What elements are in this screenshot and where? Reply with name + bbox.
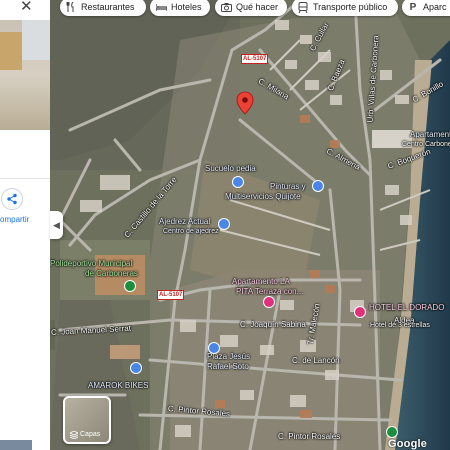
chip-restaurants[interactable]: Restaurantes bbox=[60, 0, 146, 16]
park-marker-icon[interactable] bbox=[386, 426, 398, 438]
shop-marker-icon[interactable] bbox=[232, 176, 244, 188]
chess-marker-icon[interactable] bbox=[218, 218, 230, 230]
chip-things-to-do[interactable]: Qué hacer bbox=[215, 0, 287, 16]
lodging-marker-icon[interactable] bbox=[263, 296, 275, 308]
shop-marker-icon[interactable] bbox=[312, 180, 324, 192]
poi-label[interactable]: de Carboneras bbox=[85, 269, 138, 278]
collapse-panel-button[interactable]: ◀ bbox=[50, 211, 63, 239]
poi-label[interactable]: Hotel de 3 estrellas bbox=[370, 321, 430, 330]
place-info-panel: ✕ ompartir bbox=[0, 0, 50, 450]
street-label: C. Joaquín Sabina bbox=[240, 320, 306, 329]
hotel-marker-icon[interactable] bbox=[354, 306, 366, 318]
poi-label[interactable]: Polideportivo Municipal bbox=[50, 259, 132, 268]
poi-label[interactable]: AMAROK BIKES bbox=[88, 381, 148, 390]
camera-icon bbox=[220, 1, 232, 13]
poi-label[interactable]: Pinturas y bbox=[270, 182, 306, 191]
poi-label[interactable]: PITA Terraza con... bbox=[236, 287, 303, 296]
transit-icon bbox=[297, 1, 309, 13]
share-button[interactable] bbox=[1, 188, 23, 210]
chevron-left-icon: ◀ bbox=[53, 219, 60, 230]
plaza-marker-icon[interactable] bbox=[208, 342, 220, 354]
poi-label[interactable]: Centro de ajedrez bbox=[163, 227, 219, 236]
bike-marker-icon[interactable] bbox=[130, 362, 142, 374]
road-shield: AL-5107 bbox=[241, 54, 269, 64]
road-shield: AL-5107 bbox=[157, 290, 185, 300]
layers-button[interactable]: Capas bbox=[63, 396, 111, 444]
poi-label[interactable]: HOTEL EL DORADO bbox=[369, 303, 444, 312]
chip-hotels[interactable]: Hoteles bbox=[150, 0, 210, 16]
sports-marker-icon[interactable] bbox=[124, 280, 136, 292]
hotel-icon bbox=[155, 1, 167, 13]
chip-public-transport[interactable]: Transporte público bbox=[292, 0, 398, 16]
place-photo[interactable] bbox=[0, 20, 50, 130]
divider bbox=[0, 178, 50, 179]
parking-icon: P bbox=[409, 1, 417, 13]
poi-label[interactable]: Rafael Soto bbox=[207, 362, 249, 371]
poi-label[interactable]: Apartamento LA bbox=[232, 277, 290, 286]
street-label: C. de Lancón bbox=[292, 356, 340, 365]
chip-parking[interactable]: P Aparc bbox=[402, 0, 450, 16]
share-icon bbox=[7, 193, 17, 205]
layers-icon bbox=[70, 431, 78, 439]
poi-label[interactable]: Ajedrez Actual bbox=[159, 217, 210, 226]
poi-label[interactable]: Centro Carboneras bbox=[402, 140, 450, 149]
poi-label[interactable]: Apartamento bbox=[410, 130, 450, 139]
poi-label[interactable]: Sucuelo pedia bbox=[205, 164, 256, 173]
close-icon[interactable]: ✕ bbox=[20, 0, 33, 14]
poi-label[interactable]: Multiservicios Quijote bbox=[225, 192, 301, 201]
street-label: C. Pintor Rosales bbox=[278, 432, 341, 441]
restaurant-icon bbox=[65, 1, 77, 13]
share-label[interactable]: ompartir bbox=[0, 215, 29, 224]
google-logo: Google bbox=[388, 438, 428, 450]
thumbnail[interactable] bbox=[0, 440, 32, 450]
